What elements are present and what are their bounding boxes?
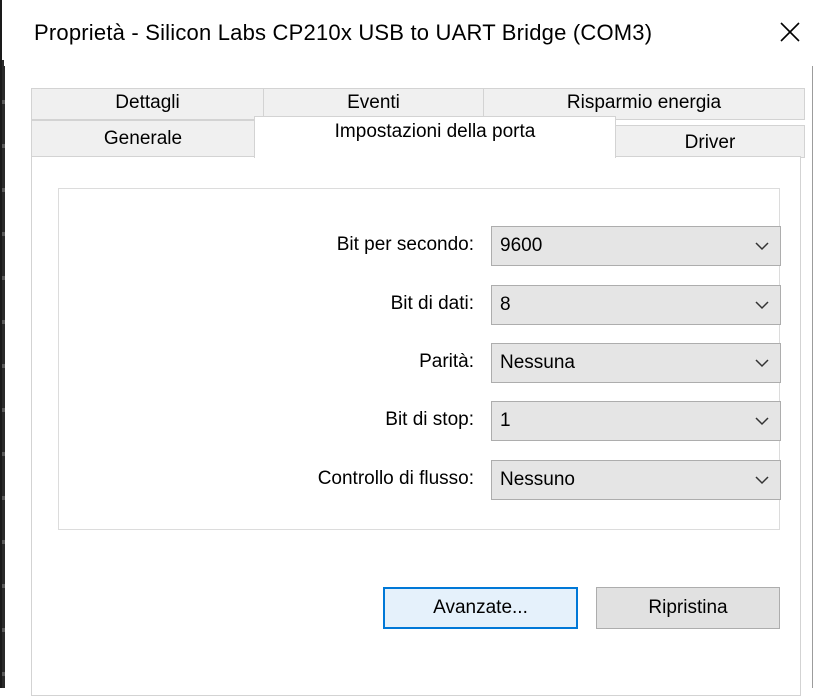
parity-value: Nessuna — [500, 352, 575, 373]
tab-label: Eventi — [347, 92, 400, 113]
parity-label: Parità: — [419, 351, 474, 372]
tab-label: Risparmio energia — [566, 92, 722, 113]
tab-label: Impostazioni della porta — [334, 121, 536, 142]
stop-bits-value: 1 — [500, 410, 511, 431]
chevron-down-icon — [755, 476, 769, 485]
bits-per-second-select[interactable]: 9600 — [491, 226, 781, 266]
close-button[interactable] — [770, 12, 810, 52]
restore-button[interactable]: Ripristina — [596, 587, 780, 629]
bits-per-second-row: Bit per secondo: 9600 — [59, 226, 781, 266]
flow-control-row: Controllo di flusso: Nessuno — [59, 460, 781, 500]
tab-impostazioni-della-porta[interactable]: Impostazioni della porta — [254, 116, 616, 158]
flow-control-select[interactable]: Nessuno — [491, 460, 781, 500]
port-settings-panel: Bit per secondo: 9600 Bit di dati: 8 Par… — [31, 156, 801, 696]
bits-per-second-label: Bit per secondo: — [336, 234, 474, 255]
tab-driver[interactable]: Driver — [615, 125, 805, 158]
data-bits-row: Bit di dati: 8 — [59, 285, 781, 325]
window-title: Proprietà - Silicon Labs CP210x USB to U… — [34, 20, 653, 45]
stop-bits-select[interactable]: 1 — [491, 401, 781, 441]
close-icon — [780, 22, 800, 42]
tab-label: Dettagli — [115, 92, 180, 113]
data-bits-value: 8 — [500, 294, 511, 315]
stop-bits-label: Bit di stop: — [385, 409, 474, 430]
tab-dettagli[interactable]: Dettagli — [31, 88, 264, 120]
advanced-button[interactable]: Avanzate... — [383, 587, 578, 629]
window-edge — [2, 60, 5, 688]
data-bits-select[interactable]: 8 — [491, 285, 781, 325]
parity-select[interactable]: Nessuna — [491, 343, 781, 383]
data-bits-label: Bit di dati: — [390, 293, 474, 314]
tab-label: Generale — [103, 128, 183, 149]
chevron-down-icon — [755, 359, 769, 368]
flow-control-label: Controllo di flusso: — [317, 468, 474, 489]
parity-row: Parità: Nessuna — [59, 343, 781, 383]
tab-label: Driver — [684, 132, 736, 153]
tab-generale[interactable]: Generale — [31, 120, 255, 157]
bits-per-second-value: 9600 — [500, 235, 543, 256]
title-bar[interactable]: Proprietà - Silicon Labs CP210x USB to U… — [4, 0, 814, 66]
stop-bits-row: Bit di stop: 1 — [59, 401, 781, 441]
properties-dialog: Proprietà - Silicon Labs CP210x USB to U… — [0, 0, 814, 696]
chevron-down-icon — [755, 242, 769, 251]
chevron-down-icon — [755, 417, 769, 426]
flow-control-value: Nessuno — [500, 469, 575, 490]
settings-group: Bit per secondo: 9600 Bit di dati: 8 Par… — [58, 188, 781, 530]
chevron-down-icon — [755, 301, 769, 310]
